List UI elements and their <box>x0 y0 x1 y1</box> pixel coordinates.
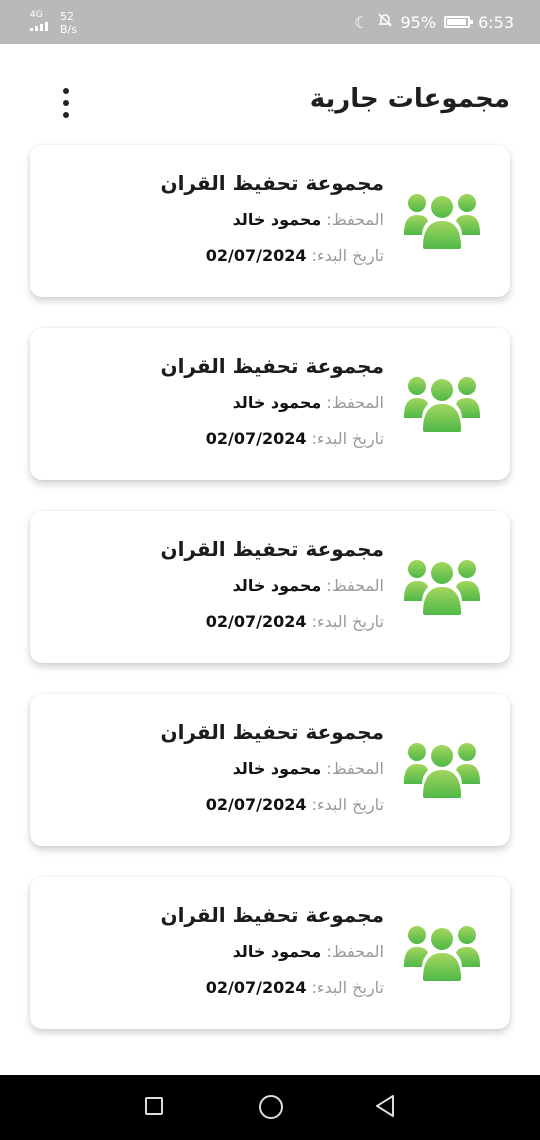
group-info: مجموعة تحفيظ القران المحفظ: محمود خالد ت… <box>161 901 385 999</box>
start-date-row: تاريخ البدء: 02/07/2024 <box>161 794 384 816</box>
moon-icon: ☾ <box>354 12 369 32</box>
group-card[interactable]: مجموعة تحفيظ القران المحفظ: محمود خالد ت… <box>30 694 510 846</box>
group-icon <box>404 374 480 432</box>
group-info: مجموعة تحفيظ القران المحفظ: محمود خالد ت… <box>161 718 385 816</box>
teacher-row: المحفظ: محمود خالد <box>161 758 384 780</box>
group-title: مجموعة تحفيظ القران <box>160 720 385 744</box>
teacher-row: المحفظ: محمود خالد <box>161 209 384 231</box>
start-date-value: 02/07/2024 <box>205 795 307 814</box>
teacher-name: محمود خالد <box>232 210 322 229</box>
speed-unit: B/s <box>60 23 77 36</box>
group-title: مجموعة تحفيظ القران <box>160 903 385 927</box>
battery-icon <box>444 16 474 28</box>
group-icon <box>404 557 480 615</box>
group-card[interactable]: مجموعة تحفيظ القران المحفظ: محمود خالد ت… <box>30 145 510 297</box>
teacher-name: محمود خالد <box>232 393 322 412</box>
teacher-label: المحفظ: <box>326 576 384 595</box>
more-options-button[interactable] <box>58 88 74 118</box>
teacher-label: المحفظ: <box>326 759 384 778</box>
back-button[interactable] <box>374 1094 396 1122</box>
start-date-label: تاريخ البدء: <box>311 795 384 814</box>
group-icon <box>404 740 480 798</box>
network-type: 4G <box>30 10 43 20</box>
recents-button[interactable] <box>145 1097 163 1115</box>
group-info: مجموعة تحفيظ القران المحفظ: محمود خالد ت… <box>161 352 385 450</box>
group-info: مجموعة تحفيظ القران المحفظ: محمود خالد ت… <box>161 169 385 267</box>
start-date-row: تاريخ البدء: 02/07/2024 <box>161 428 384 450</box>
group-info: مجموعة تحفيظ القران المحفظ: محمود خالد ت… <box>161 535 385 633</box>
home-button[interactable] <box>259 1095 283 1119</box>
teacher-label: المحفظ: <box>326 942 384 961</box>
teacher-name: محمود خالد <box>232 576 322 595</box>
start-date-row: تاريخ البدء: 02/07/2024 <box>161 245 384 267</box>
start-date-label: تاريخ البدء: <box>311 429 384 448</box>
battery-percent: 95% <box>400 12 437 32</box>
status-right: ☾ 95% 6:53 <box>354 12 514 32</box>
group-title: مجموعة تحفيظ القران <box>160 171 385 195</box>
group-card[interactable]: مجموعة تحفيظ القران المحفظ: محمود خالد ت… <box>30 877 510 1029</box>
start-date-row: تاريخ البدء: 02/07/2024 <box>161 977 384 999</box>
page-title: مجموعات جارية <box>309 84 510 114</box>
start-date-value: 02/07/2024 <box>205 246 307 265</box>
teacher-row: المحفظ: محمود خالد <box>161 941 384 963</box>
group-title: مجموعة تحفيظ القران <box>160 354 385 378</box>
more-dot <box>63 112 69 118</box>
start-date-value: 02/07/2024 <box>205 429 307 448</box>
group-card[interactable]: مجموعة تحفيظ القران المحفظ: محمود خالد ت… <box>30 328 510 480</box>
teacher-name: محمود خالد <box>232 942 322 961</box>
group-card[interactable]: مجموعة تحفيظ القران المحفظ: محمود خالد ت… <box>30 511 510 663</box>
network-speed: 52 B/s <box>60 10 77 36</box>
teacher-label: المحفظ: <box>326 210 384 229</box>
app-header: مجموعات جارية <box>0 44 540 144</box>
start-date-value: 02/07/2024 <box>205 612 307 631</box>
group-title: مجموعة تحفيظ القران <box>160 537 385 561</box>
teacher-label: المحفظ: <box>326 393 384 412</box>
start-date-value: 02/07/2024 <box>205 978 307 997</box>
back-icon <box>376 1095 394 1117</box>
signal-icon: 4G <box>30 10 48 31</box>
teacher-row: المحفظ: محمود خالد <box>161 392 384 414</box>
start-date-row: تاريخ البدء: 02/07/2024 <box>161 611 384 633</box>
mute-bell-icon <box>377 12 393 32</box>
start-date-label: تاريخ البدء: <box>311 978 384 997</box>
more-dot <box>63 100 69 106</box>
status-left: 4G 52 B/s <box>30 10 77 36</box>
start-date-label: تاريخ البدء: <box>311 612 384 631</box>
start-date-label: تاريخ البدء: <box>311 246 384 265</box>
teacher-name: محمود خالد <box>232 759 322 778</box>
group-icon <box>404 191 480 249</box>
more-dot <box>63 88 69 94</box>
group-icon <box>404 923 480 981</box>
groups-list: مجموعة تحفيظ القران المحفظ: محمود خالد ت… <box>30 145 510 1060</box>
teacher-row: المحفظ: محمود خالد <box>161 575 384 597</box>
system-nav-bar <box>0 1075 540 1140</box>
speed-value: 52 <box>60 10 74 23</box>
status-bar: 4G 52 B/s ☾ 95% 6:53 <box>0 0 540 44</box>
clock: 6:53 <box>478 12 514 32</box>
